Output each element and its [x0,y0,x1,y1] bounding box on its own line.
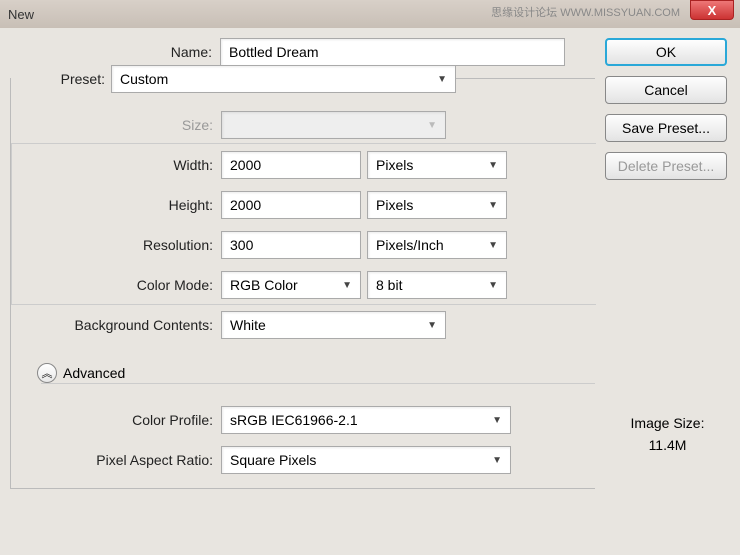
bg-contents-value: White [230,317,266,333]
name-label: Name: [10,44,220,60]
image-size-value: 11.4M [605,437,730,453]
watermark: 思缘设计论坛 WWW.MISSYUAN.COM [491,4,680,20]
delete-preset-button: Delete Preset... [605,152,727,180]
height-unit-value: Pixels [376,197,413,213]
size-label: Size: [11,117,221,133]
resolution-unit-select[interactable]: Pixels/Inch ▼ [367,231,507,259]
color-profile-value: sRGB IEC61966-2.1 [230,412,358,428]
size-select: ▼ [221,111,446,139]
bit-depth-value: 8 bit [376,277,402,293]
width-unit-select[interactable]: Pixels ▼ [367,151,507,179]
chevron-down-icon: ▼ [492,455,502,466]
chevron-down-icon: ▼ [342,280,352,291]
height-label: Height: [11,197,221,213]
cancel-button[interactable]: Cancel [605,76,727,104]
advanced-label: Advanced [63,365,125,381]
chevron-down-icon: ▼ [488,160,498,171]
sidebar: OK Cancel Save Preset... Delete Preset..… [595,38,730,489]
width-unit-value: Pixels [376,157,413,173]
aspect-ratio-select[interactable]: Square Pixels ▼ [221,446,511,474]
preset-label: Preset: [11,71,111,87]
chevron-down-icon: ▼ [437,74,447,85]
close-button[interactable]: X [690,0,734,20]
dialog-content: Name: Preset: Custom ▼ Size: ▼ [0,28,740,489]
color-profile-label: Color Profile: [11,412,221,428]
titlebar: New 思缘设计论坛 WWW.MISSYUAN.COM X [0,0,740,28]
color-profile-select[interactable]: sRGB IEC61966-2.1 ▼ [221,406,511,434]
image-size-info: Image Size: 11.4M [605,415,730,453]
preset-fieldset: Preset: Custom ▼ Size: ▼ Width: [10,78,595,489]
color-mode-value: RGB Color [230,277,298,293]
chevron-down-icon: ▼ [427,320,437,331]
chevron-down-icon: ▼ [488,240,498,251]
aspect-ratio-label: Pixel Aspect Ratio: [11,452,221,468]
bit-depth-select[interactable]: 8 bit ▼ [367,271,507,299]
window-title: New [8,7,34,22]
chevron-down-icon: ▼ [492,415,502,426]
name-input[interactable] [220,38,565,66]
chevron-down-icon: ▼ [488,200,498,211]
save-preset-button[interactable]: Save Preset... [605,114,727,142]
chevron-down-icon: ▼ [488,280,498,291]
image-size-label: Image Size: [605,415,730,431]
width-input[interactable] [221,151,361,179]
height-input[interactable] [221,191,361,219]
height-unit-select[interactable]: Pixels ▼ [367,191,507,219]
chevron-up-icon: ︽ [37,363,57,383]
close-icon: X [708,3,717,18]
ok-button[interactable]: OK [605,38,727,66]
advanced-toggle[interactable]: ︽ Advanced [31,363,131,383]
color-mode-label: Color Mode: [11,277,221,293]
bg-contents-label: Background Contents: [11,317,221,333]
resolution-input[interactable] [221,231,361,259]
resolution-label: Resolution: [11,237,221,253]
preset-select[interactable]: Custom ▼ [111,65,456,93]
preset-value: Custom [120,71,168,87]
chevron-down-icon: ▼ [427,120,437,131]
aspect-ratio-value: Square Pixels [230,452,316,468]
resolution-unit-value: Pixels/Inch [376,237,444,253]
form-area: Name: Preset: Custom ▼ Size: ▼ [0,38,595,489]
color-mode-select[interactable]: RGB Color ▼ [221,271,361,299]
width-label: Width: [11,157,221,173]
bg-contents-select[interactable]: White ▼ [221,311,446,339]
